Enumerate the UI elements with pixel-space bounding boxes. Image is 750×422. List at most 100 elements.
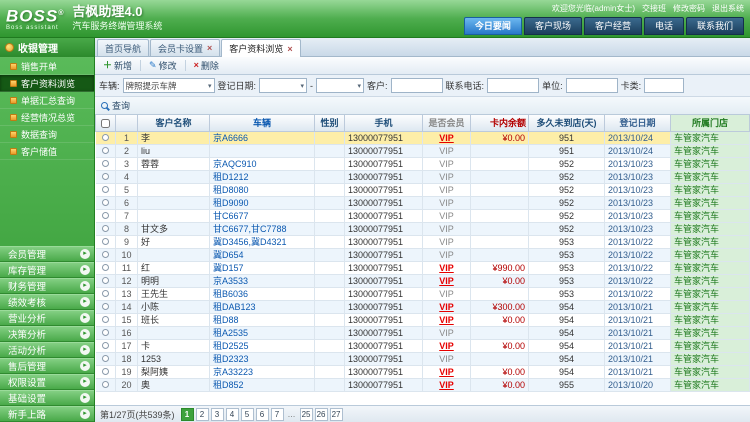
table-row[interactable]: 7 甘C6677 13000077951 VIP 952 2013/10/23 车管家汽车 bbox=[95, 209, 750, 223]
nav-button[interactable]: 客户现场 bbox=[523, 16, 582, 35]
vip-status[interactable]: VIP bbox=[422, 300, 471, 314]
row-select-cell[interactable] bbox=[95, 209, 116, 223]
table-row[interactable]: 19 梨阿姨 京A33223 13000077951 VIP ¥0.00 954 2013/1… bbox=[95, 365, 750, 379]
radio-icon[interactable] bbox=[101, 302, 109, 310]
tab-item[interactable]: 首页导航 bbox=[97, 39, 150, 56]
sidebar-accordion[interactable]: 基础设置 ▸ bbox=[0, 390, 94, 406]
table-row[interactable]: 17 卡租D2525 13000077951 VIP ¥0.00 954 2013/10/2… bbox=[95, 339, 750, 353]
row-select-cell[interactable] bbox=[95, 248, 116, 262]
radio-icon[interactable] bbox=[101, 211, 109, 219]
sidebar-accordion[interactable]: 售后管理 ▸ bbox=[0, 358, 94, 374]
sidebar-accordion[interactable]: 库存管理 ▸ bbox=[0, 262, 94, 278]
nav-button[interactable]: 电话 bbox=[643, 16, 684, 35]
unit-input[interactable] bbox=[565, 78, 618, 93]
row-select-cell[interactable] bbox=[95, 365, 116, 379]
radio-icon[interactable] bbox=[101, 289, 109, 297]
radio-icon[interactable] bbox=[101, 380, 109, 388]
sidebar-accordion[interactable]: 权限设置 ▸ bbox=[0, 374, 94, 390]
close-icon[interactable]: × bbox=[207, 43, 212, 53]
row-select-cell[interactable] bbox=[95, 170, 116, 184]
edit-button[interactable]: ✎ 修改 bbox=[145, 58, 181, 73]
row-select-cell[interactable] bbox=[95, 313, 116, 327]
row-select-cell[interactable] bbox=[95, 183, 116, 197]
select-all-checkbox[interactable] bbox=[101, 118, 110, 128]
radio-icon[interactable] bbox=[101, 159, 109, 167]
radio-icon[interactable] bbox=[101, 315, 109, 323]
radio-icon[interactable] bbox=[101, 198, 109, 206]
sidebar-item[interactable]: 销售开单 bbox=[0, 58, 94, 75]
vip-status[interactable]: VIP bbox=[422, 313, 471, 327]
table-row[interactable]: 13 王先生 租B6036 13000077951 VIP 953 2013/10/22 车管… bbox=[95, 287, 750, 301]
radio-icon[interactable] bbox=[101, 276, 109, 284]
radio-icon[interactable] bbox=[101, 172, 109, 180]
sidebar-accordion[interactable]: 绩效考核 ▸ bbox=[0, 294, 94, 310]
table-row[interactable]: 14 小陈 租DAB123 13000077951 VIP ¥300.00 954 2013/… bbox=[95, 300, 750, 314]
row-select-cell[interactable] bbox=[95, 300, 116, 314]
delete-button[interactable]: × 删除 bbox=[190, 58, 223, 73]
select-all-header[interactable] bbox=[95, 115, 116, 132]
row-select-cell[interactable] bbox=[95, 235, 116, 249]
sidebar-section-cashier[interactable]: 收银管理 bbox=[0, 38, 94, 58]
sidebar-item[interactable]: 客户储值 bbox=[0, 143, 94, 160]
table-row[interactable]: 12 明明 京A3533 13000077951 VIP ¥0.00 953 2013/10/… bbox=[95, 274, 750, 288]
page-button[interactable]: 1 bbox=[180, 407, 194, 421]
page-button[interactable]: 27 bbox=[329, 407, 343, 421]
table-row[interactable]: 4 租D1212 13000077951 VIP 952 2013/10/23 车管家汽车 bbox=[95, 170, 750, 184]
vip-status[interactable]: VIP bbox=[422, 378, 471, 392]
row-select-cell[interactable] bbox=[95, 287, 116, 301]
table-row[interactable]: 11 红冀D157 13000077951 VIP ¥990.00 953 2013/10/… bbox=[95, 261, 750, 275]
sidebar-item[interactable]: 单据汇总查询 bbox=[0, 92, 94, 109]
table-row[interactable]: 5 租D8080 13000077951 VIP 952 2013/10/23 车管家汽车 bbox=[95, 183, 750, 197]
table-row[interactable]: 18 1253 租D2323 13000077951 VIP 954 2013/10/21 车… bbox=[95, 352, 750, 366]
sidebar-accordion[interactable]: 财务管理 ▸ bbox=[0, 278, 94, 294]
header-link[interactable]: 交接班 bbox=[642, 3, 666, 14]
page-button[interactable]: 7 bbox=[270, 407, 284, 421]
table-row[interactable]: 1 李京A6666 13000077951 VIP ¥0.00 951 2013/10/24… bbox=[95, 131, 750, 145]
radio-icon[interactable] bbox=[101, 185, 109, 193]
customer-input[interactable] bbox=[390, 78, 443, 93]
page-button[interactable]: 2 bbox=[195, 407, 209, 421]
radio-icon[interactable] bbox=[101, 263, 109, 271]
sidebar-accordion[interactable]: 营业分析 ▸ bbox=[0, 310, 94, 326]
vip-status[interactable]: VIP bbox=[422, 339, 471, 353]
vip-status[interactable]: VIP bbox=[422, 131, 471, 145]
row-select-cell[interactable] bbox=[95, 196, 116, 210]
table-row[interactable]: 3 蓉蓉 京AQC910 13000077951 VIP 952 2013/10/23 车管家… bbox=[95, 157, 750, 171]
radio-icon[interactable] bbox=[101, 146, 109, 154]
radio-icon[interactable] bbox=[101, 224, 109, 232]
sidebar-item[interactable]: 客户资料浏览 bbox=[0, 75, 94, 92]
radio-icon[interactable] bbox=[101, 250, 109, 258]
vip-status[interactable]: VIP bbox=[422, 274, 471, 288]
table-row[interactable]: 16 租A2535 13000077951 VIP 954 2013/10/21 车管家汽车 bbox=[95, 326, 750, 340]
nav-button[interactable]: 今日要闻 bbox=[463, 16, 522, 35]
close-icon[interactable]: × bbox=[287, 44, 292, 54]
card-type-input[interactable] bbox=[644, 78, 685, 93]
header-link[interactable]: 退出系统 bbox=[712, 3, 744, 14]
row-select-cell[interactable] bbox=[95, 378, 116, 392]
page-button[interactable]: 26 bbox=[314, 407, 328, 421]
radio-icon[interactable] bbox=[101, 133, 109, 141]
sidebar-item[interactable]: 数据查询 bbox=[0, 126, 94, 143]
table-row[interactable]: 15 班长 租D88 13000077951 VIP ¥0.00 954 2013/10/21… bbox=[95, 313, 750, 327]
row-select-cell[interactable] bbox=[95, 131, 116, 145]
sidebar-accordion[interactable]: 活动分析 ▸ bbox=[0, 342, 94, 358]
row-select-cell[interactable] bbox=[95, 144, 116, 158]
sidebar-item[interactable]: 经营情况总览 bbox=[0, 109, 94, 126]
page-button[interactable]: 5 bbox=[240, 407, 254, 421]
sidebar-accordion[interactable]: 新手上路 ▸ bbox=[0, 406, 94, 422]
sidebar-accordion[interactable]: 决策分析 ▸ bbox=[0, 326, 94, 342]
table-row[interactable]: 10 冀D654 13000077951 VIP 953 2013/10/22 车管家汽车 bbox=[95, 248, 750, 262]
row-select-cell[interactable] bbox=[95, 157, 116, 171]
page-button[interactable]: 25 bbox=[299, 407, 313, 421]
table-row[interactable]: 2 liu 13000077951 VIP 951 2013/10/24 车管家汽车 bbox=[95, 144, 750, 158]
table-row[interactable]: 20 奥租D852 13000077951 VIP ¥0.00 955 2013/10/20… bbox=[95, 378, 750, 392]
page-button[interactable]: 6 bbox=[255, 407, 269, 421]
page-button[interactable]: 4 bbox=[225, 407, 239, 421]
sidebar-accordion[interactable]: 会员管理 ▸ bbox=[0, 246, 94, 262]
tab-item[interactable]: 会员卡设置 × bbox=[150, 39, 221, 56]
radio-icon[interactable] bbox=[101, 328, 109, 336]
plus-button[interactable]: ＋新增 bbox=[99, 58, 136, 73]
row-select-cell[interactable] bbox=[95, 222, 116, 236]
tab-item[interactable]: 客户资料浏览 × bbox=[221, 39, 301, 57]
radio-icon[interactable] bbox=[101, 341, 109, 349]
